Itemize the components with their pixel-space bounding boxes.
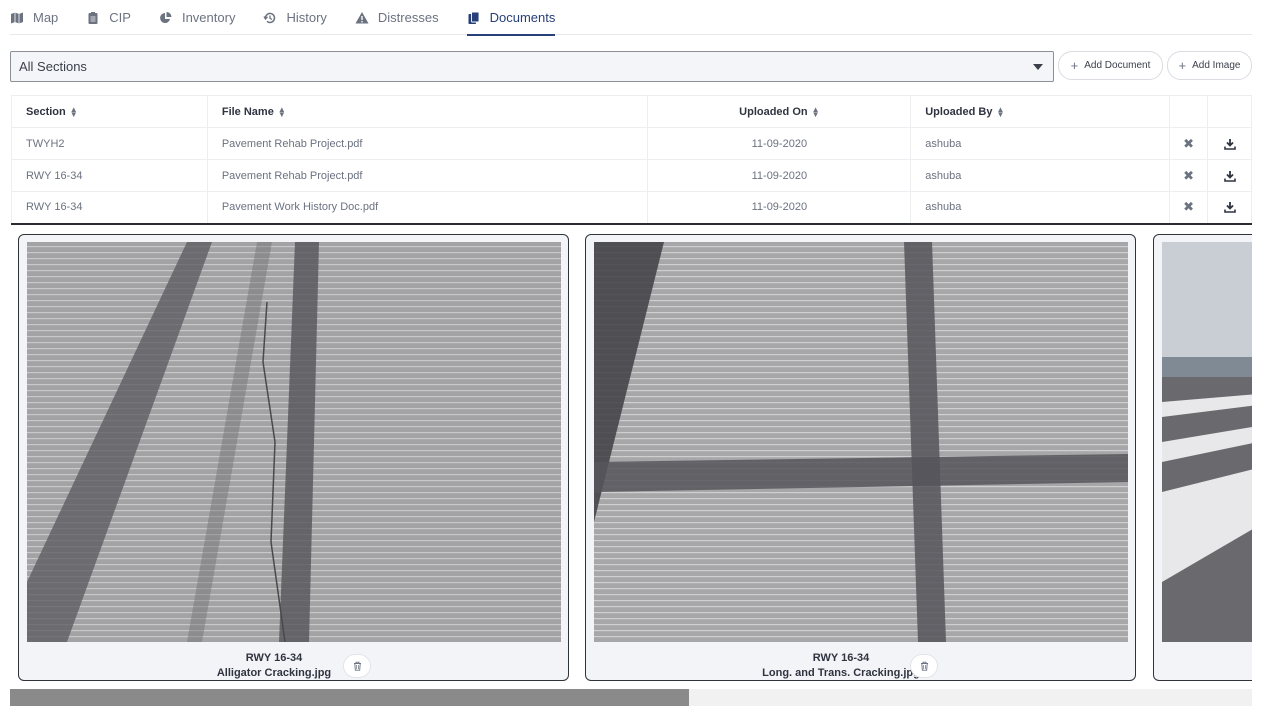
section-select-value: All Sections (19, 59, 87, 74)
tab-label: CIP (109, 10, 131, 25)
section-select[interactable]: All Sections (10, 51, 1054, 82)
warning-icon (355, 11, 369, 23)
plus-icon: + (1178, 58, 1187, 73)
sort-icon: ▲ ▼ (277, 104, 286, 119)
tab-label: Inventory (181, 10, 236, 25)
tab-label: Map (33, 10, 59, 25)
add-image-label: Add Image (1192, 60, 1241, 71)
cell-uploaded-by: ashuba (910, 127, 1171, 160)
cell-section: TWYH2 (11, 127, 208, 160)
image-file-name: Alligator Cracking.jpg (216, 667, 332, 679)
clipboard-icon (88, 11, 98, 24)
image-caption: RWY 16-34 Alligator Cracking.jpg (19, 651, 529, 681)
image-card (1153, 234, 1252, 681)
cell-uploaded-by: ashuba (910, 159, 1171, 192)
chevron-down-icon (1033, 64, 1043, 70)
download-icon[interactable] (1207, 191, 1252, 225)
column-header-label: Section (26, 105, 66, 118)
sort-icon: ▲ ▼ (811, 104, 820, 119)
sort-icon: ▲ ▼ (69, 104, 78, 119)
image-gallery: RWY 16-34 Alligator Cracking.jpg RWY 16-… (10, 226, 1252, 686)
delete-icon[interactable]: ✖ (1169, 127, 1208, 160)
add-document-button[interactable]: + Add Document (1058, 51, 1163, 80)
delete-icon[interactable]: ✖ (1169, 159, 1208, 192)
table-row: TWYH2 Pavement Rehab Project.pdf 11-09-2… (11, 127, 1252, 160)
tab-label: History (286, 10, 327, 25)
cell-uploaded-on: 11-09-2020 (647, 191, 912, 225)
tab-history[interactable]: History (263, 0, 327, 35)
add-image-button[interactable]: + Add Image (1167, 51, 1252, 80)
image-card: RWY 16-34 Long. and Trans. Cracking.jpg (585, 234, 1136, 681)
add-document-label: Add Document (1084, 60, 1151, 71)
trash-icon[interactable] (343, 654, 371, 678)
cell-uploaded-on: 11-09-2020 (647, 127, 912, 160)
plus-icon: + (1070, 58, 1079, 73)
cell-uploaded-on: 11-09-2020 (647, 159, 912, 192)
column-header-label: File Name (221, 105, 274, 118)
documents-table: Section ▲ ▼ File Name ▲ ▼ Uploaded On ▲ ▼ Uplo… (11, 95, 1252, 225)
cell-file-name: Pavement Rehab Project.pdf (206, 127, 649, 160)
tab-label: Documents (489, 10, 556, 25)
column-header-label: Uploaded On (739, 105, 808, 118)
tab-documents[interactable]: Documents (466, 0, 556, 36)
image-file-name: Long. and Trans. Cracking.jpg (762, 667, 920, 679)
column-header-uploaded-on[interactable]: Uploaded On ▲ ▼ (647, 95, 912, 128)
table-row: RWY 16-34 Pavement Work History Doc.pdf … (11, 191, 1252, 225)
cell-section: RWY 16-34 (11, 191, 208, 225)
sort-icon: ▲ ▼ (996, 104, 1005, 119)
table-header-row: Section ▲ ▼ File Name ▲ ▼ Uploaded On ▲ ▼ Uplo… (11, 95, 1252, 128)
pie-chart-icon (160, 11, 172, 23)
column-header-delete (1169, 95, 1208, 128)
image-section: RWY 16-34 (245, 652, 303, 664)
tab-inventory[interactable]: Inventory (159, 0, 235, 35)
tab-distresses[interactable]: Distresses (355, 0, 439, 35)
column-header-download (1207, 95, 1252, 128)
image-section: RWY 16-34 (812, 652, 870, 664)
delete-icon[interactable]: ✖ (1169, 191, 1208, 225)
tab-cip[interactable]: CIP (86, 0, 131, 35)
documents-icon (468, 11, 480, 24)
cell-file-name: Pavement Rehab Project.pdf (206, 159, 649, 192)
image-caption: RWY 16-34 Long. and Trans. Cracking.jpg (586, 651, 1096, 681)
column-header-uploaded-by[interactable]: Uploaded By ▲ ▼ (910, 95, 1171, 128)
download-icon[interactable] (1207, 127, 1252, 160)
horizontal-scrollbar[interactable] (10, 689, 1252, 706)
cell-uploaded-by: ashuba (910, 191, 1171, 225)
column-header-file-name[interactable]: File Name ▲ ▼ (206, 95, 649, 128)
tab-label: Distresses (377, 10, 439, 25)
history-icon (263, 12, 276, 23)
cell-section: RWY 16-34 (11, 159, 208, 192)
image-card: RWY 16-34 Alligator Cracking.jpg (18, 234, 569, 681)
trash-icon[interactable] (910, 654, 938, 678)
tab-bar: Map CIP Inventory History Distresses Doc… (10, 0, 1252, 36)
column-header-label: Uploaded By (925, 105, 993, 118)
runway-photo[interactable] (1162, 242, 1252, 642)
table-row: RWY 16-34 Pavement Rehab Project.pdf 11-… (11, 159, 1252, 192)
cell-file-name: Pavement Work History Doc.pdf (206, 191, 649, 225)
pavement-photo[interactable] (594, 242, 1128, 642)
download-icon[interactable] (1207, 159, 1252, 192)
map-icon (11, 12, 23, 23)
pavement-photo[interactable] (27, 242, 561, 642)
column-header-section[interactable]: Section ▲ ▼ (11, 95, 208, 128)
scrollbar-thumb[interactable] (10, 689, 690, 706)
tab-map[interactable]: Map (10, 0, 58, 35)
